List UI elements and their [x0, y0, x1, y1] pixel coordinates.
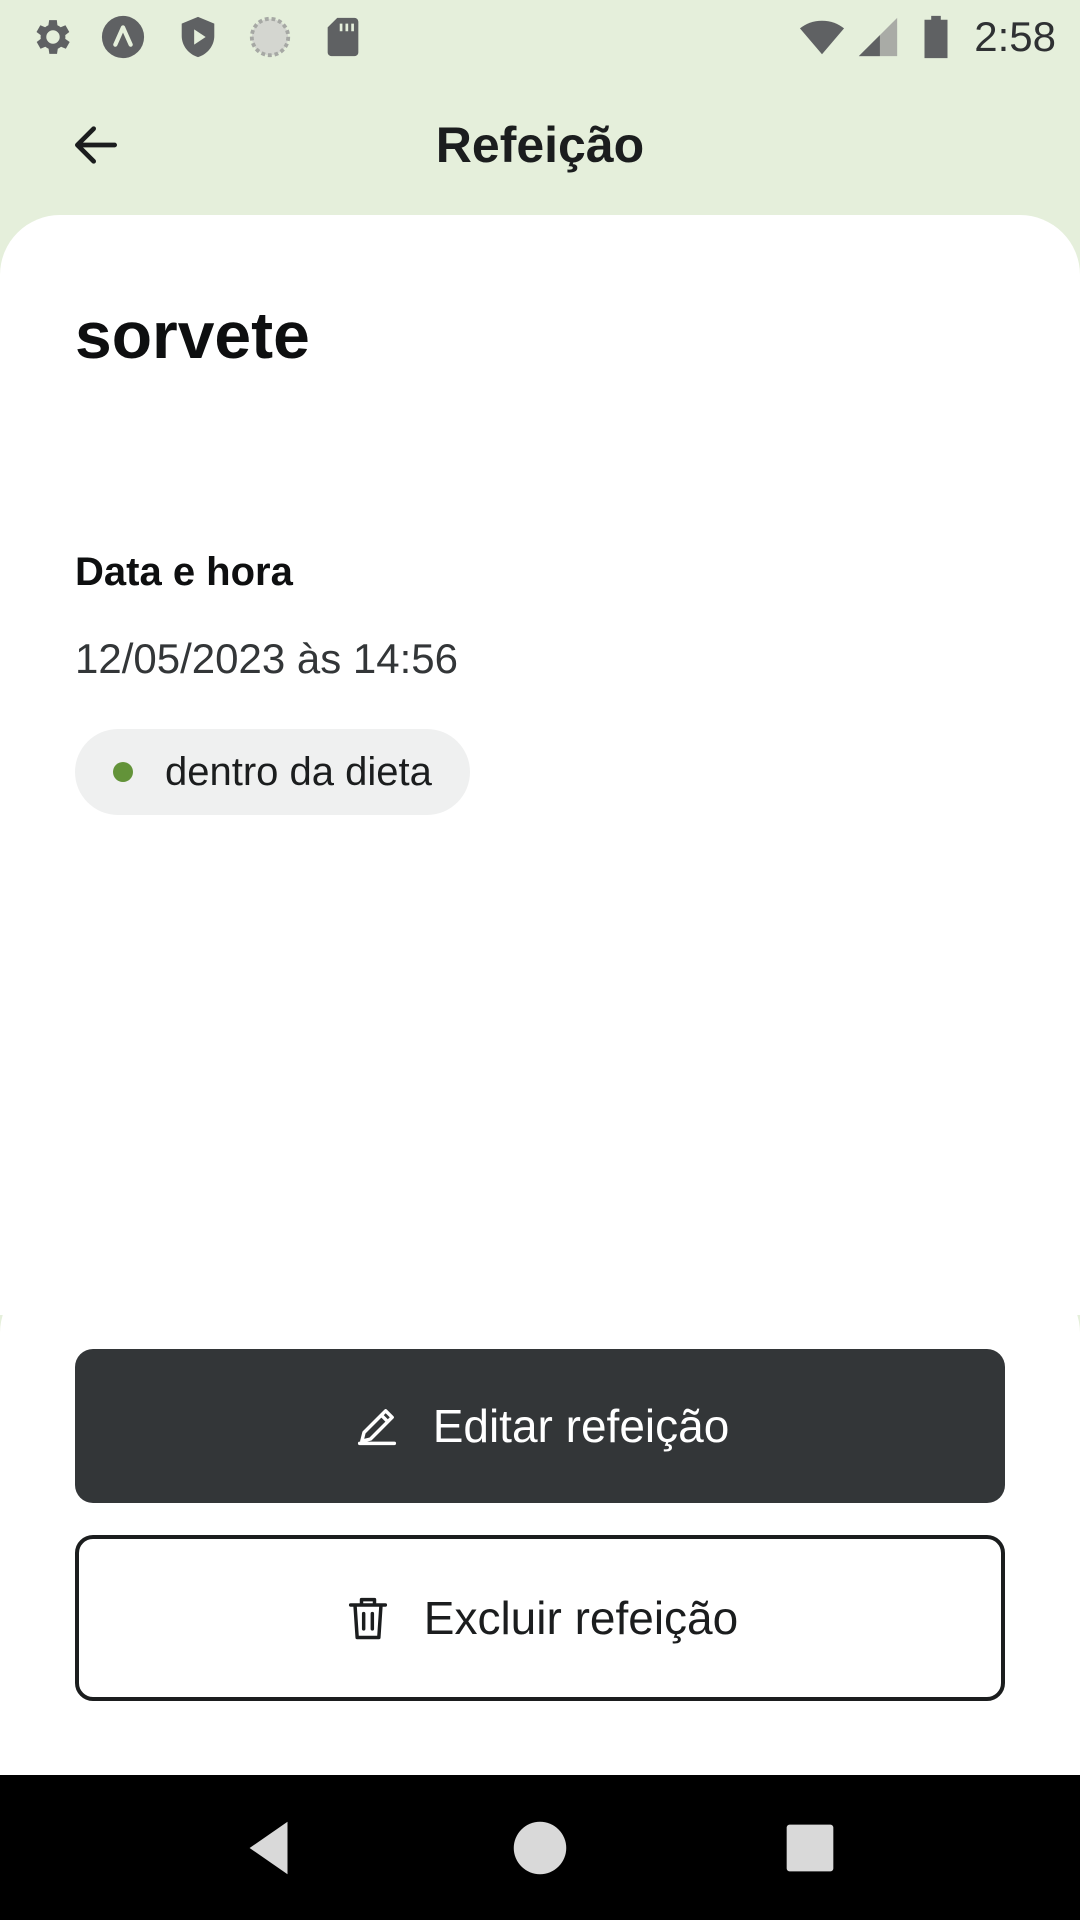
system-navigation-bar: [0, 1775, 1080, 1920]
status-bar: 2:58: [0, 0, 1080, 75]
gear-icon: [30, 14, 76, 60]
diet-status-badge: dentro da dieta: [75, 729, 470, 815]
meal-name: sorvete: [75, 298, 310, 372]
edit-meal-label: Editar refeição: [432, 1400, 730, 1452]
actions-footer: Editar refeição Excluir refeição: [0, 1273, 1080, 1775]
diet-status-label: dentro da dieta: [165, 749, 432, 794]
datetime-label: Data e hora: [75, 550, 293, 594]
pencil-icon: [351, 1400, 403, 1452]
status-dot-icon: [113, 762, 133, 782]
app-a-icon: [100, 14, 146, 60]
trash-icon: [342, 1592, 394, 1644]
nav-back-icon[interactable]: [235, 1813, 305, 1883]
nav-recents-icon[interactable]: [775, 1813, 845, 1883]
battery-icon: [918, 14, 954, 60]
sd-card-icon: [320, 14, 366, 60]
delete-meal-button[interactable]: Excluir refeição: [75, 1535, 1005, 1701]
status-time: 2:58: [974, 13, 1056, 60]
app-header: Refeição: [0, 75, 1080, 215]
wifi-icon: [795, 14, 849, 60]
meal-details-card: sorvete Data e hora 12/05/2023 às 14:56 …: [0, 215, 1080, 1315]
datetime-value: 12/05/2023 às 14:56: [75, 635, 459, 682]
delete-meal-label: Excluir refeição: [423, 1592, 739, 1644]
signal-icon: [855, 14, 901, 60]
loading-circle-icon: [247, 14, 293, 60]
shield-play-icon: [175, 14, 221, 60]
edit-meal-button[interactable]: Editar refeição: [75, 1349, 1005, 1503]
nav-home-icon[interactable]: [505, 1813, 575, 1883]
page-title: Refeição: [435, 117, 645, 173]
